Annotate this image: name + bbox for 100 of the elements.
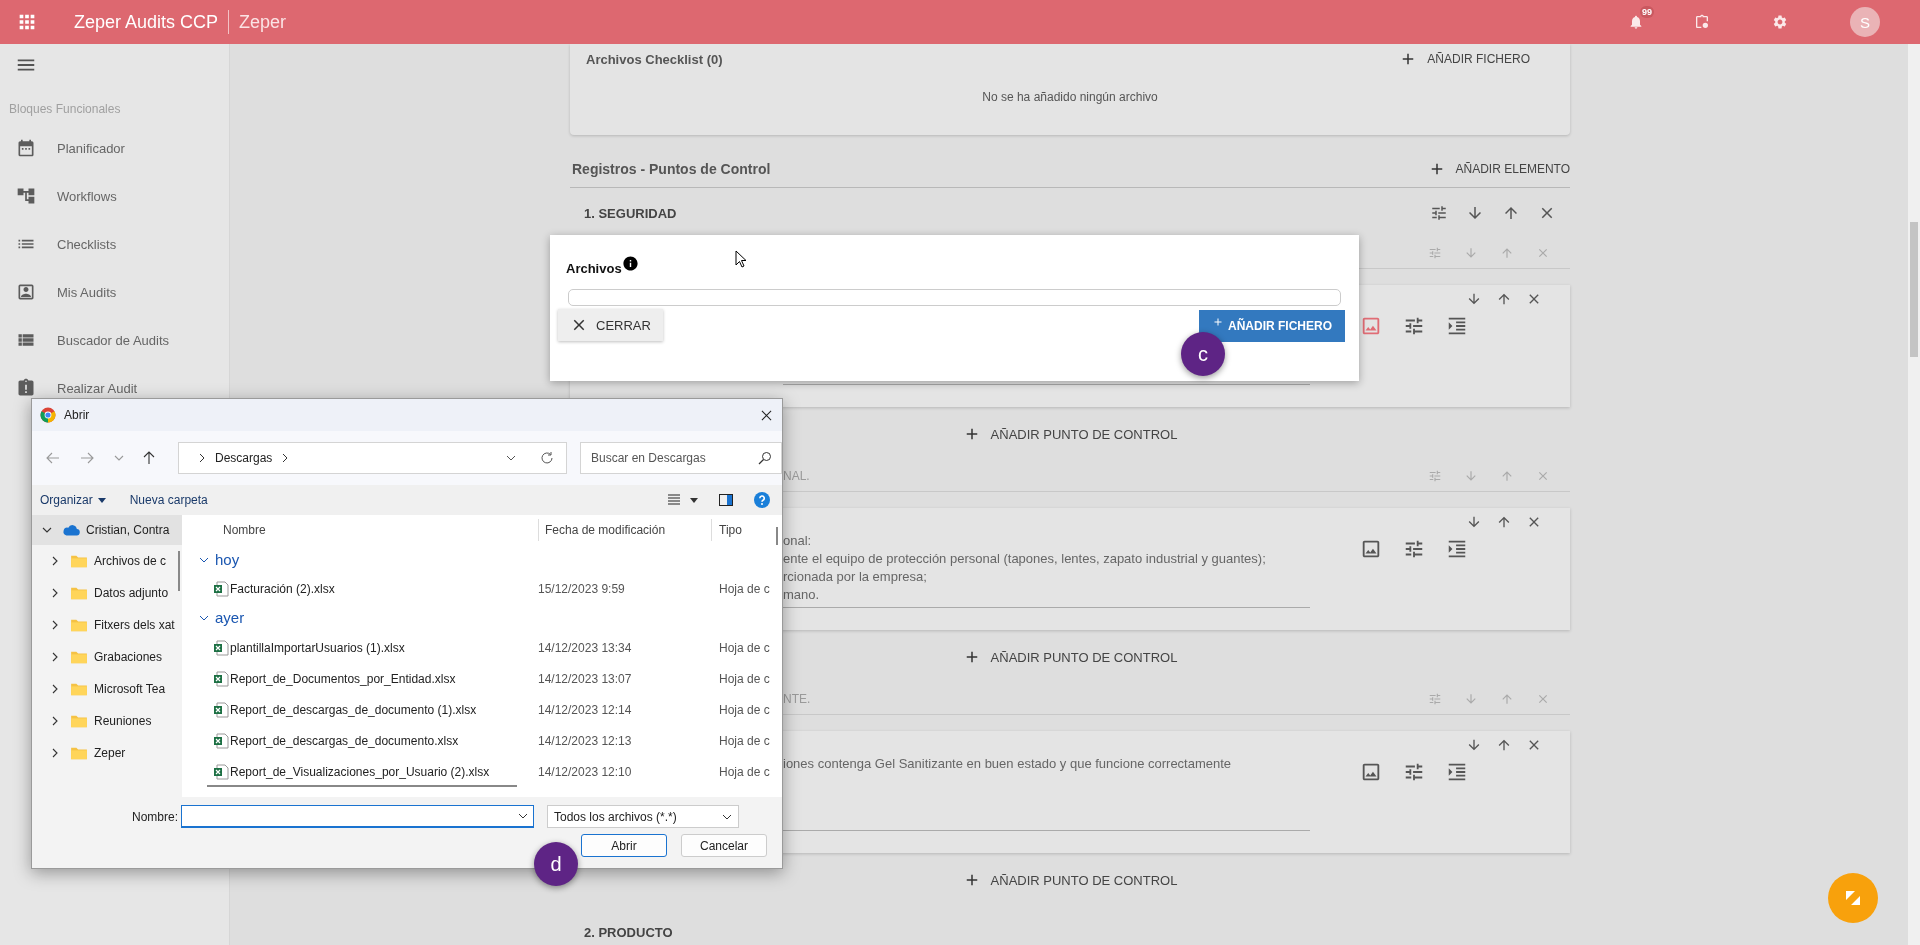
- move-down-icon[interactable]: [1466, 514, 1482, 530]
- spreadsheet-file-icon: [213, 732, 229, 749]
- close-button[interactable]: CERRAR: [558, 309, 663, 341]
- sidebar-item[interactable]: Planificador: [0, 124, 229, 172]
- scrollbar[interactable]: [1908, 44, 1920, 945]
- file-group-header[interactable]: ayer: [189, 603, 782, 632]
- file-type: Hoja de c: [719, 581, 770, 596]
- folder-tree-item[interactable]: Reuniones: [32, 705, 182, 737]
- new-folder-button[interactable]: Nueva carpeta: [129, 493, 208, 507]
- forward-arrow-icon[interactable]: [80, 451, 94, 465]
- add-element-button[interactable]: AÑADIR ELEMENTO: [1427, 159, 1570, 178]
- dropdown-icon[interactable]: [518, 811, 528, 821]
- image-icon[interactable]: [1360, 538, 1382, 560]
- spreadsheet-file-icon: [213, 701, 229, 718]
- chevron-icon[interactable]: [50, 620, 60, 630]
- filename-input[interactable]: [181, 805, 534, 828]
- file-name: Facturación (2).xlsx: [230, 581, 335, 596]
- folder-tree-item[interactable]: Archivos de c: [32, 545, 182, 577]
- chevron-icon[interactable]: [42, 525, 52, 535]
- refresh-icon[interactable]: [540, 451, 554, 465]
- chevron-icon[interactable]: [50, 588, 60, 598]
- dropdown-icon: [97, 497, 106, 503]
- move-up-icon[interactable]: [1496, 291, 1512, 307]
- control-point-text: rcionada por la empresa;: [783, 568, 928, 586]
- notifications-icon[interactable]: [1628, 14, 1644, 30]
- view-list-icon[interactable]: [666, 492, 682, 508]
- file-type: Hoja de c: [719, 764, 770, 779]
- help-icon[interactable]: [754, 492, 770, 508]
- folder-tree-item[interactable]: Fitxers dels xat: [32, 609, 182, 641]
- preview-pane-icon[interactable]: [718, 492, 734, 508]
- folder-tree-item[interactable]: Zeper: [32, 737, 182, 769]
- column-header[interactable]: Nombre: [223, 523, 266, 537]
- spreadsheet-file-icon: [213, 639, 229, 656]
- folder-tree-item[interactable]: Grabaciones: [32, 641, 182, 673]
- address-bar[interactable]: Descargas: [178, 442, 567, 474]
- indent-icon[interactable]: [1446, 761, 1468, 783]
- image-icon[interactable]: [1360, 315, 1382, 337]
- input-field[interactable]: [568, 289, 1341, 306]
- move-up-icon[interactable]: [1496, 514, 1512, 530]
- move-up-icon[interactable]: [1496, 737, 1512, 753]
- folder-icon: [70, 682, 88, 696]
- sidebar-item[interactable]: Workflows: [0, 172, 229, 220]
- sidebar-item[interactable]: Mis Audits: [0, 268, 229, 316]
- tune-icon[interactable]: [1403, 761, 1425, 783]
- tune-icon[interactable]: [1430, 204, 1448, 222]
- chevron-icon[interactable]: [50, 684, 60, 694]
- folder-icon: [70, 618, 88, 632]
- modified-date: 14/12/2023 12:10: [538, 764, 632, 779]
- file-row[interactable]: Report_de_descargas_de_documento (1).xlsx 14/12/2023 12:14 Hoja de c: [189, 694, 782, 725]
- section-title: Registros - Puntos de Control: [572, 160, 771, 177]
- file-row[interactable]: plantillaImportarUsuarios (1).xlsx 14/12/2023 13:34 Hoja de c: [189, 632, 782, 663]
- file-type-dropdown[interactable]: Todos los archivos (*.*): [547, 805, 739, 828]
- file-row[interactable]: Report_de_descargas_de_documento.xlsx 14/12/2023 12:13 Hoja de c: [189, 725, 782, 756]
- open-button[interactable]: Abrir: [581, 834, 667, 857]
- back-arrow-icon[interactable]: [46, 451, 60, 465]
- file-row[interactable]: Report_de_Visualizaciones_por_Usuario (2).xlsx 14/12/2023 12:10 Hoja de c: [189, 756, 782, 787]
- up-arrow-icon[interactable]: [142, 451, 156, 465]
- file-row[interactable]: Report_de_Documentos_por_Entidad.xlsx 14/12/2023 13:07 Hoja de c: [189, 663, 782, 694]
- folder-tree-item[interactable]: Cristian, Contra: [32, 515, 182, 545]
- add-control-point-button[interactable]: AÑADIR PUNTO DE CONTROL: [962, 871, 1178, 889]
- add-control-point-button[interactable]: AÑADIR PUNTO DE CONTROL: [962, 648, 1178, 666]
- clipboard-alert-icon: [16, 378, 36, 398]
- chevron-icon[interactable]: [50, 652, 60, 662]
- indent-icon[interactable]: [1446, 538, 1468, 560]
- company-name: Zeper: [239, 11, 287, 33]
- column-header[interactable]: Fecha de modificación: [538, 519, 666, 541]
- move-down-icon[interactable]: [1466, 204, 1484, 222]
- add-file-button[interactable]: AÑADIR FICHERO: [1199, 310, 1345, 342]
- move-down-icon[interactable]: [1466, 737, 1482, 753]
- indent-icon[interactable]: [1446, 315, 1468, 337]
- sidebar-item[interactable]: Checklists: [0, 220, 229, 268]
- tune-icon[interactable]: [1403, 315, 1425, 337]
- dropdown-icon[interactable]: [690, 497, 698, 503]
- move-down-icon[interactable]: [1466, 291, 1482, 307]
- image-icon[interactable]: [1360, 761, 1382, 783]
- chevron-icon: [197, 453, 207, 463]
- add-file-button[interactable]: AÑADIR FICHERO: [1399, 50, 1530, 68]
- folder-tree-item[interactable]: Microsoft Tea: [32, 673, 182, 705]
- file-group-header[interactable]: hoy: [189, 545, 782, 574]
- chevron-icon[interactable]: [50, 556, 60, 566]
- add-control-point-button[interactable]: AÑADIR PUNTO DE CONTROL: [962, 425, 1178, 443]
- calendar-icon: [16, 138, 36, 158]
- file-row[interactable]: Facturación (2).xlsx 15/12/2023 9:59 Hoja de c: [189, 574, 782, 603]
- path-segment[interactable]: Descargas: [215, 451, 273, 465]
- clipboard-clock-icon[interactable]: [1694, 14, 1710, 30]
- chevron-icon[interactable]: [50, 716, 60, 726]
- dropdown-icon[interactable]: [506, 453, 516, 463]
- info-icon[interactable]: [621, 255, 639, 272]
- step-marker: d: [534, 842, 578, 886]
- folder-icon: [70, 554, 88, 568]
- chevron-icon[interactable]: [50, 748, 60, 758]
- settings-icon[interactable]: [1772, 14, 1788, 30]
- sidebar-item[interactable]: Buscador de Audits: [0, 316, 229, 364]
- folder-tree-item[interactable]: Datos adjunto: [32, 577, 182, 609]
- column-header[interactable]: Tipo: [711, 519, 742, 541]
- cancel-button[interactable]: Cancelar: [681, 834, 767, 857]
- search-field[interactable]: Buscar en Descargas: [580, 442, 782, 474]
- tune-icon[interactable]: [1403, 538, 1425, 560]
- organize-menu-button[interactable]: Organizar: [40, 493, 106, 507]
- close-icon[interactable]: [761, 409, 772, 421]
